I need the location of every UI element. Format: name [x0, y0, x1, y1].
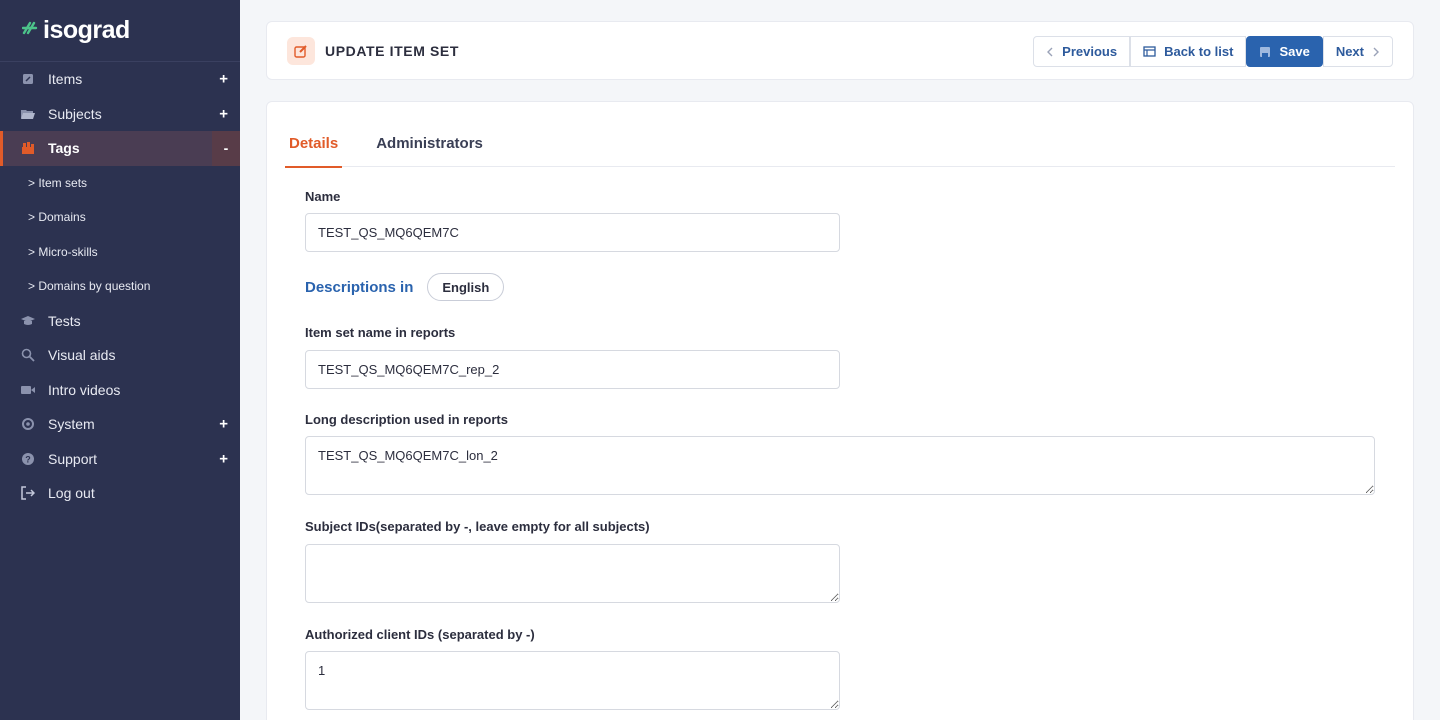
- long-description-textarea[interactable]: TEST_QS_MQ6QEM7C_lon_2: [305, 436, 1375, 495]
- name-label: Name: [305, 189, 341, 204]
- sidebar: isograd Items + Subjects + Tags - > Item…: [0, 0, 240, 720]
- sidebar-item-log-out[interactable]: Log out: [0, 476, 240, 511]
- sidebar-subitem-domains-by-question[interactable]: > Domains by question: [0, 269, 240, 304]
- subject-ids-label: Subject IDs(separated by -, leave empty …: [305, 519, 650, 534]
- page-title: UPDATE ITEM SET: [325, 42, 459, 59]
- sidebar-item-label: Tests: [48, 312, 81, 329]
- item-set-form-card: Details Administrators Name Descriptions…: [266, 101, 1414, 720]
- sidebar-item-tests[interactable]: Tests: [0, 304, 240, 339]
- sidebar-item-support[interactable]: ? Support +: [0, 442, 240, 477]
- next-button-label: Next: [1335, 44, 1364, 59]
- sidebar-item-label: Subjects: [48, 105, 102, 122]
- sidebar-item-label: Log out: [48, 485, 95, 502]
- graduation-cap-icon: [20, 313, 36, 329]
- tab-details[interactable]: Details: [285, 132, 343, 168]
- brand-mark-icon: [21, 19, 40, 42]
- sidebar-item-label: Support: [48, 450, 98, 467]
- next-button[interactable]: Next: [1322, 36, 1393, 67]
- expand-icon[interactable]: +: [219, 450, 228, 467]
- long-description-label: Long description used in reports: [305, 412, 508, 427]
- sidebar-item-label: Visual aids: [48, 347, 116, 364]
- logout-icon: [20, 485, 36, 501]
- question-circle-icon: ?: [20, 451, 36, 467]
- client-ids-label: Authorized client IDs (separated by -): [305, 627, 535, 642]
- folder-open-icon: [20, 106, 36, 122]
- sidebar-subitem-domains[interactable]: > Domains: [0, 200, 240, 235]
- collapse-icon[interactable]: -: [212, 131, 240, 166]
- report-name-label: Item set name in reports: [305, 325, 456, 340]
- chevron-left-icon: [1046, 47, 1054, 57]
- expand-icon[interactable]: +: [219, 416, 228, 433]
- save-button[interactable]: Save: [1246, 36, 1323, 67]
- language-selector[interactable]: English: [427, 273, 505, 301]
- sidebar-item-intro-videos[interactable]: Intro videos: [0, 373, 240, 408]
- client-ids-textarea[interactable]: 1: [305, 651, 840, 710]
- pencil-square-icon: [20, 71, 36, 87]
- brand-logo[interactable]: isograd: [0, 0, 240, 62]
- expand-icon[interactable]: +: [219, 105, 228, 122]
- floppy-disk-icon: [1259, 46, 1271, 58]
- save-button-label: Save: [1279, 44, 1310, 59]
- brand-name: isograd: [43, 16, 130, 44]
- magnifier-icon: [20, 347, 36, 363]
- sidebar-subitem-micro-skills[interactable]: > Micro-skills: [0, 235, 240, 270]
- header-actions: Previous Back to list Save Next: [1033, 36, 1393, 67]
- sidebar-item-label: Intro videos: [48, 381, 121, 398]
- chevron-right-icon: [1372, 47, 1380, 57]
- tags-icon: [20, 140, 36, 156]
- tab-bar: Details Administrators: [285, 132, 1395, 168]
- sidebar-item-items[interactable]: Items +: [0, 62, 240, 97]
- sidebar-item-label: Items: [48, 71, 83, 88]
- previous-button-label: Previous: [1062, 44, 1118, 59]
- sidebar-item-system[interactable]: System +: [0, 407, 240, 442]
- sidebar-subitem-item-sets[interactable]: > Item sets: [0, 166, 240, 201]
- edit-icon: [287, 36, 315, 65]
- back-to-list-button[interactable]: Back to list: [1130, 36, 1247, 67]
- sidebar-nav: Items + Subjects + Tags - > Item sets > …: [0, 62, 240, 511]
- report-name-input[interactable]: [305, 350, 840, 389]
- expand-icon[interactable]: +: [219, 71, 228, 88]
- name-input[interactable]: [305, 213, 840, 252]
- list-icon: [1143, 46, 1156, 57]
- sidebar-item-visual-aids[interactable]: Visual aids: [0, 338, 240, 373]
- subject-ids-textarea[interactable]: [305, 544, 840, 603]
- tab-administrators[interactable]: Administrators: [372, 132, 487, 167]
- sidebar-item-tags[interactable]: Tags -: [0, 131, 240, 166]
- video-camera-icon: [20, 382, 36, 398]
- sidebar-item-label: System: [48, 416, 95, 433]
- gear-icon: [20, 416, 36, 432]
- sidebar-item-subjects[interactable]: Subjects +: [0, 97, 240, 132]
- descriptions-language-row: Descriptions in English: [305, 273, 505, 301]
- page-header: UPDATE ITEM SET Previous Back to list Sa…: [266, 21, 1414, 80]
- descriptions-label: Descriptions in: [305, 278, 414, 296]
- back-to-list-label: Back to list: [1164, 44, 1234, 59]
- svg-text:?: ?: [25, 454, 31, 464]
- previous-button[interactable]: Previous: [1033, 36, 1131, 67]
